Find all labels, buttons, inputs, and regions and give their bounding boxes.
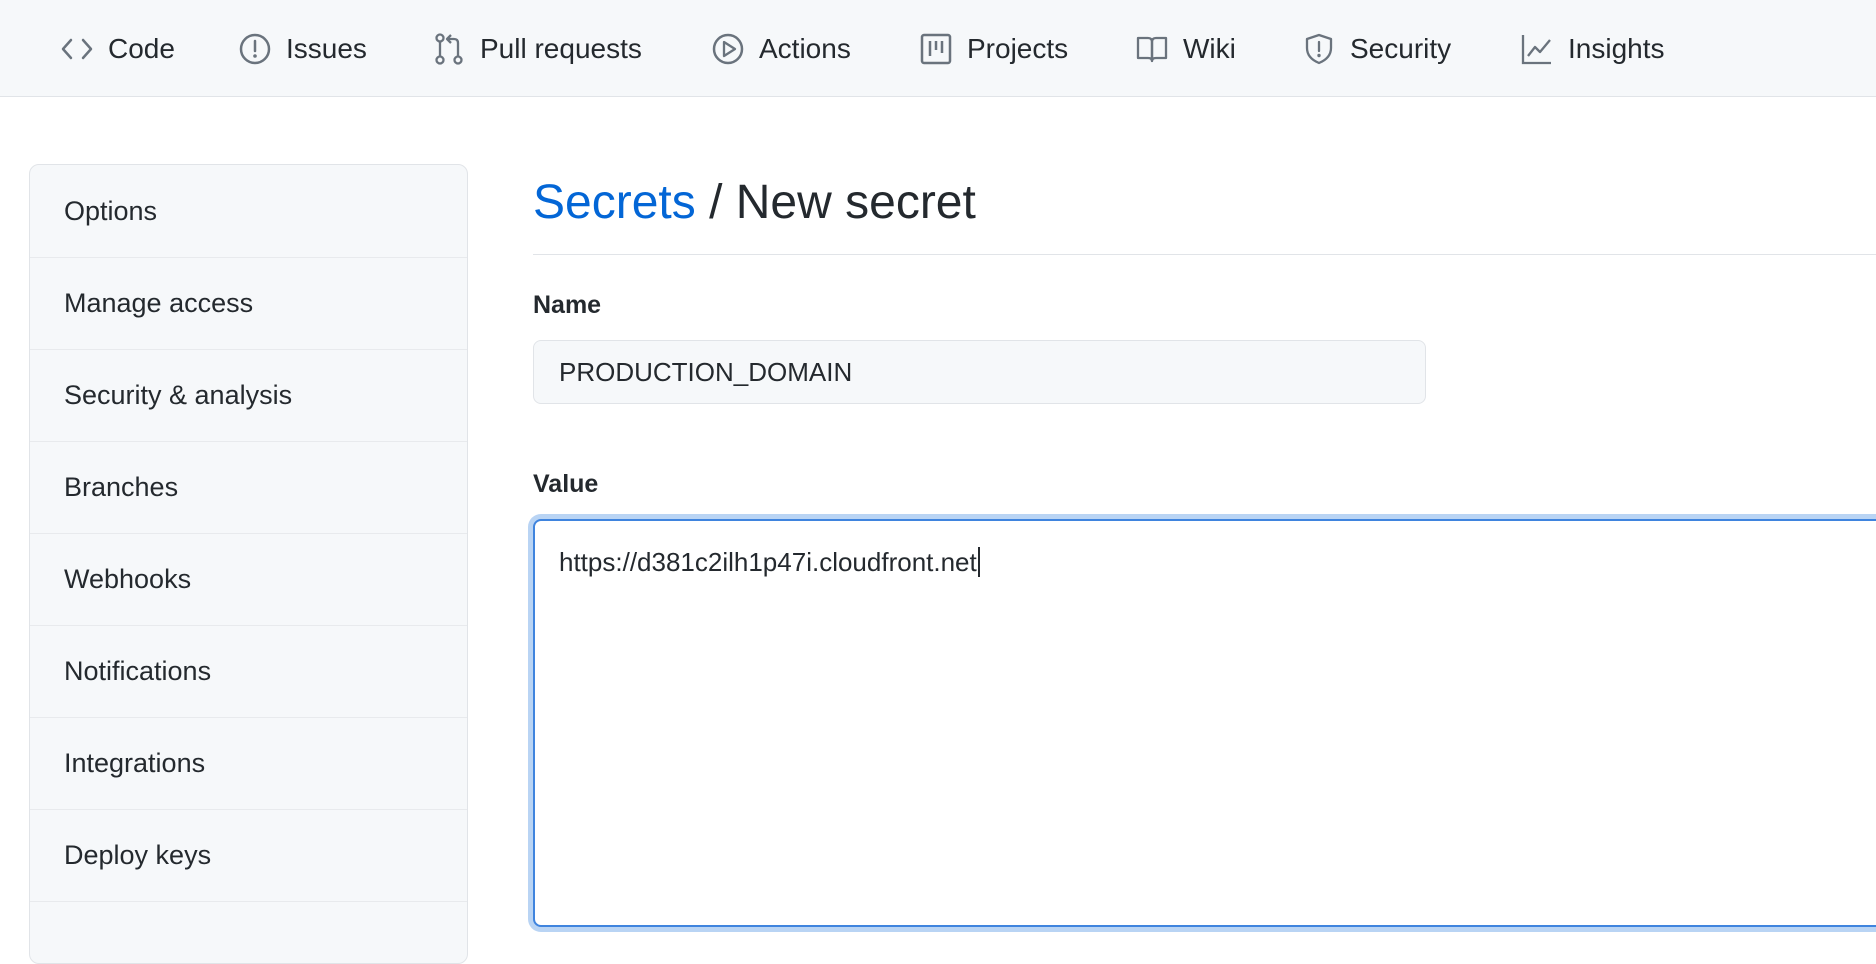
graph-icon (1520, 32, 1554, 66)
tab-insights[interactable]: Insights (1520, 0, 1665, 97)
name-label: Name (533, 291, 602, 319)
breadcrumb-separator: / (709, 175, 723, 229)
tab-pull-requests[interactable]: Pull requests (432, 0, 642, 97)
repo-nav: Code Issues Pull requests Actions Projec… (0, 0, 1876, 97)
tab-actions-label: Actions (759, 32, 851, 64)
issue-icon (238, 32, 272, 66)
heading-divider (533, 254, 1876, 255)
book-icon (1135, 32, 1169, 66)
breadcrumb-secrets-link[interactable]: Secrets (533, 175, 696, 230)
menu-item-webhooks[interactable]: Webhooks (30, 534, 467, 626)
menu-item-notifications[interactable]: Notifications (30, 626, 467, 718)
tab-wiki[interactable]: Wiki (1135, 0, 1236, 97)
play-icon (711, 32, 745, 66)
tab-code-label: Code (108, 32, 175, 64)
tab-security[interactable]: Security (1302, 0, 1451, 97)
tab-issues[interactable]: Issues (238, 0, 367, 97)
value-label: Value (533, 470, 599, 498)
tab-security-label: Security (1350, 32, 1452, 64)
tab-code[interactable]: Code (60, 0, 175, 97)
menu-item-branches[interactable]: Branches (30, 442, 467, 534)
menu-item-deploy-keys[interactable]: Deploy keys (30, 810, 467, 902)
shield-icon (1302, 32, 1336, 66)
menu-item-options[interactable]: Options (30, 165, 467, 258)
breadcrumb-current: New secret (735, 175, 976, 229)
tab-actions[interactable]: Actions (711, 0, 851, 97)
tab-pull-requests-label: Pull requests (480, 32, 642, 64)
secret-name-input[interactable] (533, 340, 1426, 404)
code-icon (60, 32, 94, 66)
menu-item-manage-access[interactable]: Manage access (30, 258, 467, 350)
tab-wiki-label: Wiki (1183, 32, 1236, 64)
menu-item-integrations[interactable]: Integrations (30, 718, 467, 810)
tab-insights-label: Insights (1568, 32, 1665, 64)
secret-value-textarea[interactable]: https://d381c2ilh1p47i.cloudfront.net (533, 519, 1876, 927)
tab-projects-label: Projects (967, 32, 1069, 64)
tab-projects[interactable]: Projects (919, 0, 1068, 97)
settings-menu: Options Manage access Security & analysi… (29, 164, 468, 964)
pull-request-icon (432, 32, 466, 66)
page-title: Secrets / New secret (533, 172, 976, 232)
text-caret (977, 547, 980, 577)
tab-issues-label: Issues (286, 32, 367, 64)
project-icon (919, 32, 953, 66)
menu-item-security-analysis[interactable]: Security & analysis (30, 350, 467, 442)
secret-value-text: https://d381c2ilh1p47i.cloudfront.net (559, 547, 977, 577)
